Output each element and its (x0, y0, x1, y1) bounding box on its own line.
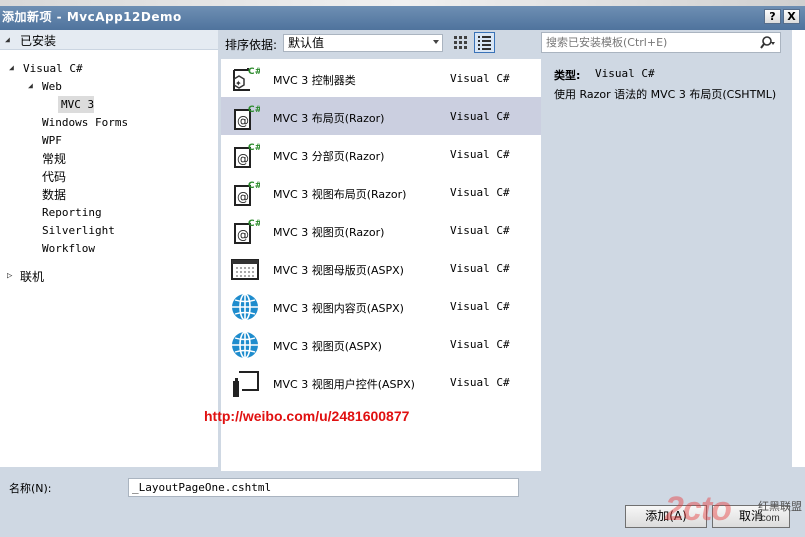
type-label: 类型: (554, 69, 581, 82)
help-button[interactable]: ? (764, 9, 781, 24)
tree-item-mvc3[interactable]: MVC 3 (61, 98, 94, 111)
template-language: Visual C# (450, 376, 510, 389)
tree-item[interactable]: 代码 (42, 168, 66, 185)
template-language: Visual C# (450, 148, 510, 161)
expand-arrow-icon[interactable]: ▷ (7, 271, 12, 281)
tree-item[interactable]: Reporting (42, 206, 102, 219)
tree-item[interactable]: 数据 (42, 186, 66, 203)
sort-value: 默认值 (288, 36, 325, 50)
template-language: Visual C# (450, 186, 510, 199)
template-name: MVC 3 视图布局页(Razor) (273, 188, 407, 201)
template-name: MVC 3 布局页(Razor) (273, 112, 385, 125)
template-row[interactable]: MVC 3 视图页(ASPX) Visual C# (221, 325, 541, 363)
template-name: MVC 3 视图页(Razor) (273, 226, 385, 239)
svg-text:@: @ (237, 190, 249, 204)
collapse-arrow-icon[interactable]: ◢ (5, 35, 10, 44)
template-row[interactable]: @ C# MVC 3 分部页(Razor) Visual C# (221, 135, 541, 173)
csharp-class-icon: C# ✦ (233, 67, 260, 91)
svg-text:C#: C# (248, 219, 260, 229)
template-language: Visual C# (450, 110, 510, 123)
template-language: Visual C# (450, 224, 510, 237)
template-language: Visual C# (450, 72, 510, 85)
tree-item-web[interactable]: Web (42, 80, 62, 93)
type-value: Visual C# (595, 67, 655, 80)
tree-item-installed[interactable]: 已安装 (20, 32, 56, 49)
svg-text:✦: ✦ (235, 79, 242, 88)
add-new-item-dialog: 添加新项 - MvcApp12Demo ? X ◢ 已安装 ◢ Visual C… (0, 0, 805, 537)
template-name: MVC 3 视图母版页(ASPX) (273, 264, 404, 277)
list-view-icon (478, 36, 491, 50)
grid-view-icon[interactable] (451, 33, 469, 51)
template-description: 使用 Razor 语法的 MVC 3 布局页(CSHTML) (554, 88, 777, 101)
brand-logo: 2cto (665, 490, 732, 528)
brand-watermark: 2cto 红黑联盟 .com (665, 490, 805, 537)
template-name: MVC 3 控制器类 (273, 74, 356, 87)
brand-name: 红黑联盟 (758, 500, 802, 513)
brand-url: .com (758, 513, 780, 524)
close-button[interactable]: X (783, 9, 800, 24)
template-row[interactable]: @ C# MVC 3 布局页(Razor) Visual C# (221, 97, 541, 135)
tree-item[interactable]: 常规 (42, 150, 66, 167)
template-tree: ◢ 已安装 ◢ Visual C# ◢ Web MVC 3 Windows Fo… (0, 30, 218, 467)
template-language: Visual C# (450, 262, 510, 275)
search-input[interactable]: 搜索已安装模板(Ctrl+E) (541, 32, 781, 53)
svg-text:C#: C# (248, 105, 260, 115)
template-row[interactable]: @ C# MVC 3 视图页(Razor) Visual C# (221, 211, 541, 249)
svg-text:C#: C# (248, 67, 260, 77)
svg-text:C#: C# (248, 181, 260, 191)
template-language: Visual C# (450, 338, 510, 351)
search-icon[interactable] (759, 35, 777, 51)
template-row[interactable]: MVC 3 视图母版页(ASPX) Visual C# (221, 249, 541, 287)
template-name: MVC 3 视图用户控件(ASPX) (273, 378, 415, 391)
svg-text:@: @ (237, 114, 249, 128)
template-row[interactable]: C# ✦ MVC 3 控制器类 Visual C# (221, 59, 541, 97)
razor-page-icon: @ C# (234, 143, 260, 168)
tree-item[interactable]: WPF (42, 134, 62, 147)
template-row[interactable]: MVC 3 视图用户控件(ASPX) Visual C# (221, 363, 541, 401)
title-bar: 添加新项 - MvcApp12Demo ? X (0, 0, 805, 30)
taskbar-strip (0, 0, 805, 6)
details-panel: 类型: Visual C# 使用 Razor 语法的 MVC 3 布局页(CSH… (547, 59, 792, 471)
list-view-button[interactable] (474, 32, 495, 53)
razor-page-icon: @ C# (234, 105, 260, 130)
collapse-arrow-icon[interactable]: ◢ (9, 63, 14, 72)
chevron-down-icon (433, 40, 439, 44)
template-name: MVC 3 视图页(ASPX) (273, 340, 382, 353)
svg-text:C#: C# (248, 143, 260, 153)
master-page-icon (231, 259, 259, 280)
tree-item[interactable]: Silverlight (42, 224, 115, 237)
name-label: 名称(N): (9, 482, 52, 495)
sort-label: 排序依据: (225, 38, 278, 52)
sort-dropdown[interactable]: 默认值 (283, 34, 443, 52)
razor-page-icon: @ C# (234, 181, 260, 206)
user-control-icon (233, 371, 259, 397)
collapse-arrow-icon[interactable]: ◢ (28, 81, 33, 90)
razor-page-icon: @ C# (234, 219, 260, 244)
tree-item[interactable]: Windows Forms (42, 116, 128, 129)
template-row[interactable]: @ C# MVC 3 视图布局页(Razor) Visual C# (221, 173, 541, 211)
watermark-url: http://weibo.com/u/2481600877 (204, 408, 410, 424)
svg-text:@: @ (237, 152, 249, 166)
template-name: MVC 3 分部页(Razor) (273, 150, 385, 163)
globe-icon (232, 331, 258, 359)
right-edge-panel (792, 30, 805, 467)
tree-item[interactable]: Workflow (42, 242, 95, 255)
tree-item-visual-csharp[interactable]: Visual C# (23, 62, 83, 75)
window-title: 添加新项 - MvcApp12Demo (2, 10, 182, 24)
globe-icon (232, 293, 258, 321)
svg-text:@: @ (237, 228, 249, 242)
template-name: MVC 3 视图内容页(ASPX) (273, 302, 404, 315)
file-name-input[interactable]: _LayoutPageOne.cshtml (128, 478, 519, 497)
tree-item-online[interactable]: 联机 (20, 268, 44, 285)
template-language: Visual C# (450, 300, 510, 313)
template-row[interactable]: MVC 3 视图内容页(ASPX) Visual C# (221, 287, 541, 325)
